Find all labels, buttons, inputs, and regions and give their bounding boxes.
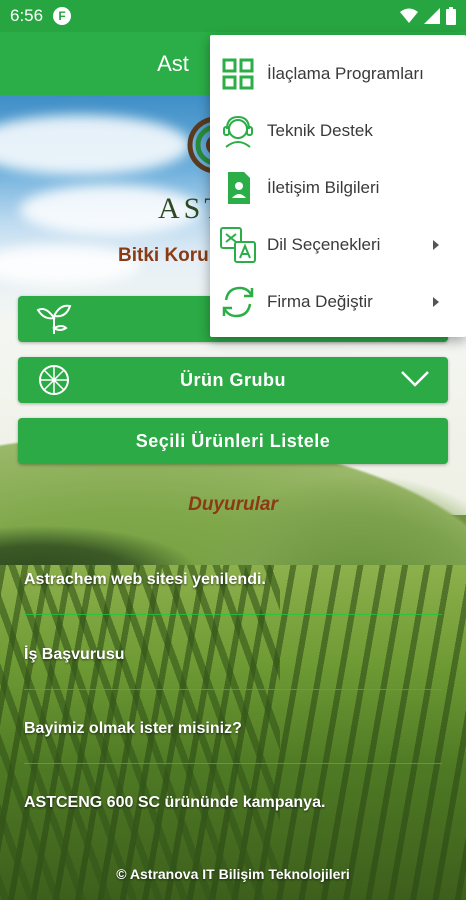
wifi-icon — [400, 8, 418, 23]
plant-icon — [36, 304, 72, 334]
app-subtitle: Bitki Koru — [118, 245, 209, 266]
menu-item-language-options[interactable]: Dil Seçenekleri — [210, 216, 466, 273]
battery-icon — [446, 7, 456, 25]
announcements-heading: Duyurular — [188, 494, 278, 515]
list-selected-products-label: Seçili Ürünleri Listele — [135, 430, 331, 451]
announcement-item[interactable]: Bayimiz olmak ister misiniz? — [24, 720, 444, 738]
menu-item-label: Dil Seçenekleri — [267, 234, 381, 254]
footer-copyright: © Astranova IT Bilişim Teknolojileri — [116, 866, 350, 882]
app-title: Ast — [157, 50, 189, 76]
menu-item-spraying-programs[interactable]: İlaçlama Programları — [210, 45, 466, 102]
overflow-menu: İlaçlama Programları Teknik Destek İleti… — [210, 35, 466, 337]
menu-item-label: İlaçlama Programları — [267, 63, 424, 83]
announcement-divider — [24, 614, 442, 615]
submenu-arrow-icon — [433, 239, 439, 250]
menu-item-label: Firma Değiştir — [267, 291, 373, 311]
notification-app-icon: F — [53, 7, 72, 25]
announcement-divider — [24, 763, 442, 764]
menu-item-change-company[interactable]: Firma Değiştir — [210, 273, 466, 330]
announcement-divider — [24, 689, 442, 690]
menu-item-label: İletişim Bilgileri — [267, 177, 380, 197]
menu-item-label: Teknik Destek — [267, 120, 373, 140]
menu-item-technical-support[interactable]: Teknik Destek — [210, 102, 466, 159]
status-bar: 6:56 F — [0, 0, 466, 32]
translate-icon — [220, 226, 256, 263]
announcement-item[interactable]: ASTCENG 600 SC ürününde kampanya. — [24, 794, 444, 812]
product-group-icon — [39, 365, 69, 395]
submenu-arrow-icon — [433, 296, 439, 307]
announcement-item[interactable]: İş Başvurusu — [24, 646, 444, 664]
menu-item-contact-info[interactable]: İletişim Bilgileri — [210, 159, 466, 216]
refresh-icon — [222, 286, 254, 317]
status-time: 6:56 — [10, 6, 44, 25]
contact-card-icon — [228, 171, 250, 204]
signal-icon — [424, 8, 440, 24]
product-group-button[interactable]: Ürün Grubu — [18, 357, 448, 403]
chevron-down-icon — [401, 371, 429, 387]
grid-icon — [222, 58, 254, 89]
support-agent-icon — [223, 115, 253, 148]
announcement-item[interactable]: Astrachem web sitesi yenilendi. — [24, 571, 444, 589]
list-selected-products-button[interactable]: Seçili Ürünleri Listele — [18, 418, 448, 464]
product-group-label: Ürün Grubu — [180, 369, 286, 390]
